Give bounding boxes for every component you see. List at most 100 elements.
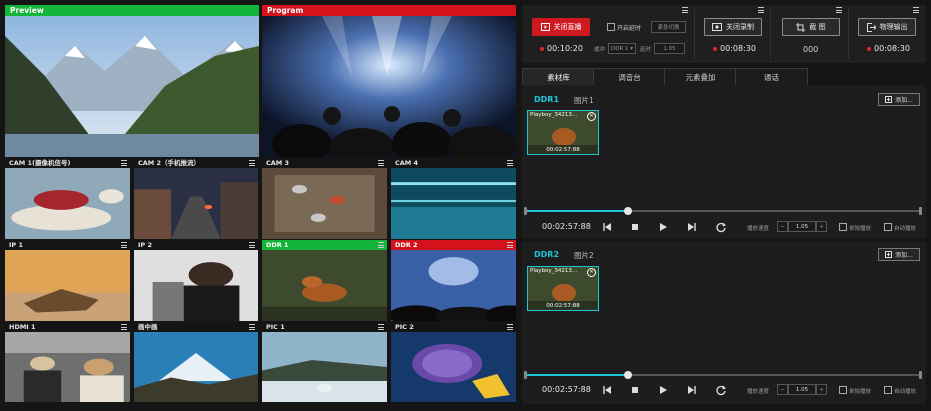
ddr1-seek-fill (525, 210, 628, 212)
seek-start-cap (524, 371, 527, 379)
ddr1-speed-label: 播放速度 (747, 226, 770, 232)
source-tile-label: CAM 3 (262, 158, 387, 168)
source-tile-label: DDR 1 (262, 240, 387, 250)
source-tile-cam-4[interactable]: CAM 4 (391, 158, 516, 239)
menu-icon[interactable] (378, 160, 384, 166)
ddr2-clip-thumbnail[interactable]: Playboy_34213... ✕ 00:02:57:88 (527, 266, 599, 311)
screenshot-label: 截 图 (809, 23, 826, 31)
ddr2-loop-icon[interactable] (715, 384, 727, 396)
source-thumbnail-image (391, 168, 516, 239)
live-timer-value: 00:10:20 (547, 44, 583, 53)
remove-clip-icon[interactable]: ✕ (587, 112, 596, 121)
divider (770, 9, 771, 59)
menu-icon[interactable] (378, 324, 384, 330)
menu-icon[interactable] (121, 324, 127, 330)
ddr2-play-icon[interactable] (657, 384, 669, 396)
seek-end-cap (919, 207, 922, 215)
delay-checkbox-label: 开启延时 (617, 25, 642, 32)
ddr1-play-icon[interactable] (657, 221, 669, 233)
ddr2-name: 图片2 (574, 251, 594, 260)
clip-title: Playboy_34213... (530, 268, 578, 274)
tab-overlay[interactable]: 元素叠加 (664, 68, 737, 86)
clip-duration: 00:02:57:88 (546, 147, 580, 153)
menu-icon[interactable] (836, 7, 842, 13)
menu-icon[interactable] (249, 324, 255, 330)
record-timer-value: 00:08:30 (720, 44, 756, 53)
ddr2-add-button[interactable]: 添加... (878, 248, 920, 261)
live-timer: 00:10:20 (540, 44, 583, 53)
menu-icon[interactable] (507, 160, 513, 166)
source-tile-hdmi-1[interactable]: HDMI 1 (5, 322, 130, 402)
ddr1-stop-icon[interactable] (629, 221, 641, 233)
ddr1-next-icon[interactable] (686, 221, 698, 233)
ddr1-label: DDR1 (534, 95, 560, 104)
ddr1-clip-thumbnail[interactable]: Playboy_34213... ✕ 00:02:57:88 (527, 110, 599, 155)
source-tile-ddr-2[interactable]: DDR 2 (391, 240, 516, 321)
source-thumbnail-image (134, 332, 258, 402)
delay-value-field[interactable]: 1.05 (654, 43, 685, 54)
ddr1-add-button[interactable]: 添加... (878, 93, 920, 106)
ddr2-seek-bar[interactable] (524, 371, 922, 379)
tab-intercom[interactable]: 通话 (735, 68, 808, 86)
source-tile-ip-2[interactable]: IP 2 (134, 240, 258, 321)
program-image (262, 16, 516, 157)
delay-checkbox[interactable] (607, 23, 615, 31)
ddr1-prev-icon[interactable] (601, 221, 613, 233)
cache-select[interactable]: DDR 1 ▾ (608, 43, 636, 54)
ddr1-seek-bar[interactable] (524, 207, 922, 215)
remove-clip-icon[interactable]: ✕ (587, 268, 596, 277)
menu-icon[interactable] (249, 242, 255, 248)
divider (694, 9, 695, 59)
physical-output-button[interactable]: 物理输出 (858, 18, 916, 36)
ddr1-time: 00:02:57:88 (542, 222, 591, 231)
menu-icon[interactable] (913, 7, 919, 13)
source-tile-label: CAM 1(摄像机信号) (5, 158, 130, 168)
source-tile-ip-1[interactable]: IP 1 (5, 240, 130, 321)
menu-icon[interactable] (121, 242, 127, 248)
screenshot-button[interactable]: 截 图 (782, 18, 840, 36)
source-tile-label: 画中画 (134, 322, 258, 332)
menu-icon[interactable] (682, 7, 688, 13)
ddr2-speed-minus[interactable]: − (777, 384, 788, 395)
tab-media-library[interactable]: 素材库 (522, 68, 595, 86)
menu-icon[interactable] (378, 242, 384, 248)
record-icon (712, 23, 722, 31)
ddr2-single-play-checkbox[interactable] (839, 386, 847, 394)
emergency-switch-button[interactable]: 紧急切换 (651, 21, 686, 33)
ddr1-speed-plus[interactable]: + (816, 221, 827, 232)
source-tile-pic-1[interactable]: PIC 1 (262, 322, 387, 402)
stop-live-button[interactable]: 关闭直播 (532, 18, 590, 36)
stop-record-button[interactable]: 关闭录制 (704, 18, 762, 36)
menu-icon[interactable] (507, 242, 513, 248)
ddr1-loop-icon[interactable] (715, 221, 727, 233)
source-tile-cam-2[interactable]: CAM 2（手机推流） (134, 158, 258, 239)
crop-icon (796, 22, 806, 32)
menu-icon[interactable] (507, 324, 513, 330)
menu-icon[interactable] (758, 7, 764, 13)
tab-audio-mixer[interactable]: 调音台 (593, 68, 666, 86)
ddr2-speed-value[interactable]: 1.05 (788, 384, 816, 395)
ddr2-stop-icon[interactable] (629, 384, 641, 396)
ddr1-speed-value[interactable]: 1.05 (788, 221, 816, 232)
ddr2-autoplay-checkbox[interactable] (884, 386, 892, 394)
source-thumbnail-image (134, 250, 258, 321)
ddr1-speed-minus[interactable]: − (777, 221, 788, 232)
source-thumbnail-image (391, 250, 516, 321)
preview-label: Preview (5, 5, 259, 16)
ddr2-prev-icon[interactable] (601, 384, 613, 396)
ddr1-single-play-checkbox[interactable] (839, 223, 847, 231)
source-tile-label: IP 2 (134, 240, 258, 250)
record-timer: 00:08:30 (713, 44, 756, 53)
source-tile-pic-2[interactable]: PIC 2 (391, 322, 516, 402)
ddr2-next-icon[interactable] (686, 384, 698, 396)
source-tile-cam-3[interactable]: CAM 3 (262, 158, 387, 239)
ddr1-autoplay-checkbox[interactable] (884, 223, 892, 231)
ddr2-seek-handle[interactable] (623, 371, 632, 379)
source-tile-cam-1[interactable]: CAM 1(摄像机信号) (5, 158, 130, 239)
ddr1-seek-handle[interactable] (623, 207, 632, 215)
source-tile-ddr-1[interactable]: DDR 1 (262, 240, 387, 321)
ddr2-speed-plus[interactable]: + (816, 384, 827, 395)
menu-icon[interactable] (249, 160, 255, 166)
source-tile-source[interactable]: 画中画 (134, 322, 258, 402)
menu-icon[interactable] (121, 160, 127, 166)
